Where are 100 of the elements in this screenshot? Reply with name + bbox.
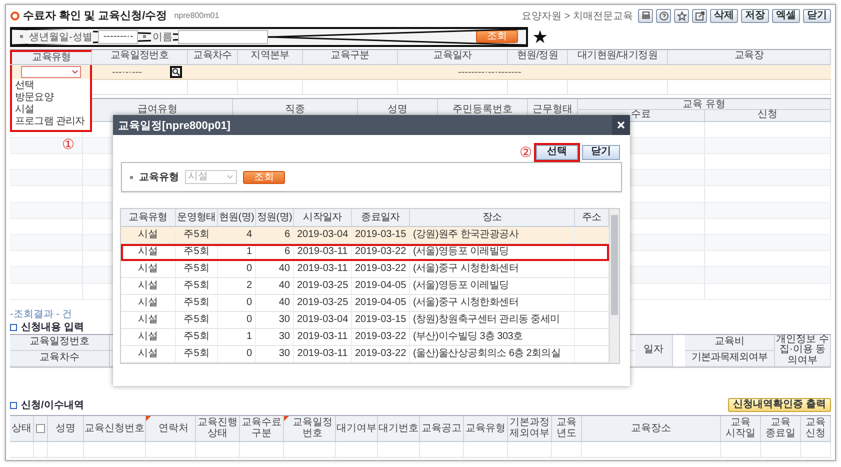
star-mark: ★ — [532, 26, 548, 47]
table-row[interactable]: 시설 주5회 1 30 2019-03-11 2019-03-22 (부산)이수빌딩 3층 303호 — [121, 329, 609, 346]
birth-field[interactable]: -------·- — [98, 30, 138, 44]
column-header: 연락처 — [158, 422, 188, 434]
column-header: 교육구분 — [303, 50, 398, 64]
table-cell: 시설 — [121, 244, 176, 260]
table-cell: 시설 — [121, 227, 176, 243]
toolbar-button[interactable]: 닫기 — [803, 8, 831, 23]
table-cell: (부산)이수빌딩 3층 303호 — [410, 329, 575, 345]
filter-label: 교육유형 — [139, 171, 179, 184]
table-cell: 40 — [256, 261, 294, 277]
name-field[interactable] — [178, 30, 268, 44]
title-bullet-icon — [10, 10, 20, 21]
table-cell: 시설 — [121, 295, 176, 311]
toolbar-button[interactable]: 삭제 — [710, 8, 738, 23]
table-row[interactable]: 시설 주5회 0 40 2019-03-11 2019-03-22 (서울)중구 시청한화센터 — [121, 261, 609, 278]
print-certificate-button[interactable]: 신청내역확인증 출력 — [728, 398, 831, 412]
column-header: 교육수료 구분 — [240, 417, 282, 440]
table-cell: 6 — [256, 227, 294, 243]
caret-icon — [227, 175, 233, 179]
table-cell: 2019-03-22 — [352, 329, 410, 345]
type-select[interactable] — [21, 66, 81, 78]
required-marker-icon — [284, 416, 289, 422]
screen-id: npre800m01 — [174, 11, 220, 20]
table-cell: 40 — [256, 278, 294, 294]
star-icon[interactable] — [674, 8, 689, 23]
section-title: 신청내용 입력 — [21, 321, 84, 334]
table-cell: (서울)영등포 이레빌딩 — [410, 278, 575, 294]
column-header: 지역본부 — [238, 50, 303, 64]
table-cell: 시설 — [121, 261, 176, 277]
table-cell: 2 — [218, 278, 256, 294]
scrollbar[interactable] — [609, 209, 619, 363]
table-cell: 주5회 — [176, 346, 218, 362]
required-marker-icon — [146, 416, 151, 422]
column-header: 현원(명) — [218, 209, 256, 226]
page-title: 수료자 확인 및 교육신청/수정 — [23, 9, 168, 24]
table-cell: (창원)창원축구센터 관리동 중세미 — [410, 312, 575, 328]
column-header: 성명 — [56, 422, 76, 434]
column-header: 교육차수 — [188, 50, 238, 64]
toolbar-button[interactable]: 저장 — [741, 8, 769, 23]
bullet-icon — [20, 35, 23, 38]
table-row[interactable]: 시설 주5회 0 40 2019-03-25 2019-04-05 (서울)중구 시청한화센터 — [121, 295, 609, 312]
column-header: 운영형태 — [176, 209, 218, 226]
column-header: 대기여부 — [336, 422, 376, 434]
select-all-checkbox[interactable] — [36, 424, 45, 433]
table-cell: 주5회 — [176, 329, 218, 345]
column-header: 정원(명) — [256, 209, 294, 226]
table-cell: 2019-04-05 — [352, 295, 410, 311]
caret-icon — [72, 70, 78, 74]
close-icon[interactable] — [612, 115, 630, 135]
table-cell: 주5회 — [176, 312, 218, 328]
search-icon[interactable] — [170, 66, 182, 78]
table-cell: (서울)중구 시청한화센터 — [410, 261, 575, 277]
table-cell: 30 — [256, 346, 294, 362]
field-label: 교육일정번호 — [10, 334, 110, 351]
table-cell: 시설 — [121, 329, 176, 345]
table-row[interactable]: 시설 주5회 4 6 2019-03-04 2019-03-15 (강원)원주 한국관광공사 — [121, 227, 609, 244]
column-header: 교육유형 — [121, 209, 176, 226]
table-cell: 2019-03-25 — [294, 278, 352, 294]
table-cell: (울산)울산상공회의소 6층 2회의실 — [410, 346, 575, 362]
export-icon[interactable] — [692, 8, 707, 23]
dialog-button[interactable]: 선택 — [536, 144, 578, 160]
column-header: 교육 시작일 — [724, 417, 756, 440]
table-cell: 2019-03-22 — [352, 261, 410, 277]
table-cell: (서울)영등포 이레빌딩 — [410, 244, 575, 260]
table-cell: 2019-04-05 — [352, 278, 410, 294]
field-label: 교육비 — [685, 334, 775, 351]
table-cell: 시설 — [121, 346, 176, 362]
name-label: 이름 — [151, 30, 174, 44]
table-cell: 2019-03-15 — [352, 227, 410, 243]
column-header: 상태 — [12, 422, 32, 434]
dialog-button[interactable]: 닫기 — [582, 144, 620, 160]
table-cell: 2019-03-04 — [294, 227, 352, 243]
date-range-field: --------·--·------- — [458, 66, 522, 78]
table-row[interactable]: 시설 주5회 2 40 2019-03-25 2019-04-05 (서울)영등포 이레빌딩 — [121, 278, 609, 295]
table-cell: 2019-03-04 — [294, 312, 352, 328]
table-cell: 40 — [256, 295, 294, 311]
table-cell: 주5회 — [176, 261, 218, 277]
column-header: 교육 종료일 — [764, 417, 796, 440]
column-header: 교육 신청 — [804, 417, 826, 440]
help-icon[interactable] — [656, 8, 671, 23]
dropdown-option[interactable]: 선택 — [15, 80, 88, 92]
table-cell: 2019-03-11 — [294, 261, 352, 277]
dialog-title: 교육일정[npre800p01] — [118, 118, 230, 132]
section-bullet-icon — [10, 324, 17, 331]
print-icon[interactable] — [638, 8, 653, 23]
column-header: 장소 — [410, 209, 575, 226]
column-header: 시작일자 — [294, 209, 352, 226]
table-cell: 0 — [218, 261, 256, 277]
table-cell: 2019-03-25 — [294, 295, 352, 311]
section-bullet-icon — [10, 402, 17, 409]
column-header: 교육공고 — [422, 422, 462, 434]
toolbar-button[interactable]: 엑셀 — [772, 8, 800, 23]
column-header: 교육장 — [668, 50, 831, 64]
table-cell: 4 — [218, 227, 256, 243]
column-group-header: 교육 유형 — [578, 98, 831, 110]
table-row[interactable]: 시설 주5회 0 30 2019-03-04 2019-03-15 (창원)창원축구센터 관리동 중세미 — [121, 312, 609, 329]
table-row[interactable]: 시설 주5회 1 6 2019-03-11 2019-03-22 (서울)영등포 이레빌딩 — [121, 244, 609, 261]
table-row[interactable]: 시설 주5회 0 30 2019-03-11 2019-03-22 (울산)울산상공회의소 6층 2회의실 — [121, 346, 609, 363]
table-cell: 주5회 — [176, 278, 218, 294]
